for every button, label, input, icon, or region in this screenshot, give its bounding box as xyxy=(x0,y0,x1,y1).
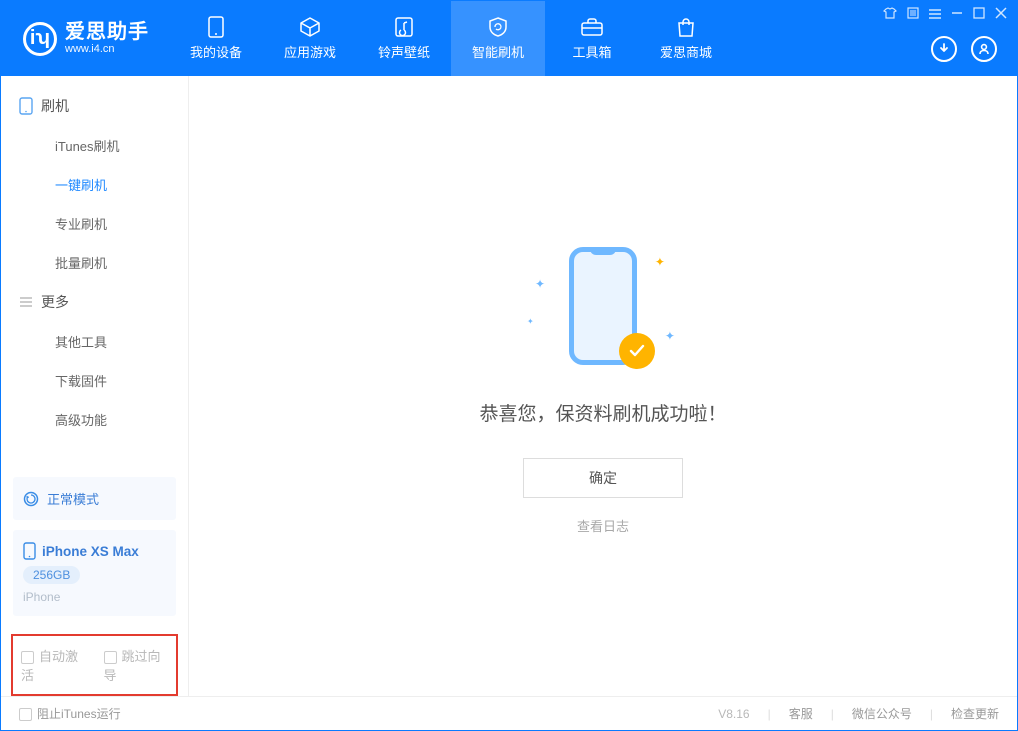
confirm-button[interactable]: 确定 xyxy=(523,458,683,498)
minimize-button[interactable] xyxy=(951,7,963,22)
toolbox-icon xyxy=(578,16,606,38)
phone-icon xyxy=(19,97,33,115)
refresh-icon xyxy=(23,491,39,507)
footer-link-support[interactable]: 客服 xyxy=(789,705,813,722)
view-log-link[interactable]: 查看日志 xyxy=(577,516,629,535)
checkbox-skip-guide[interactable]: 跳过向导 xyxy=(104,646,169,684)
close-button[interactable] xyxy=(995,7,1007,22)
maximize-button[interactable] xyxy=(973,7,985,22)
tab-ringtones[interactable]: 铃声壁纸 xyxy=(357,1,451,76)
logo: iʮ 爱思助手 www.i4.cn xyxy=(1,1,169,76)
sidebar-item-batch-flash[interactable]: 批量刷机 xyxy=(1,243,188,282)
music-file-icon xyxy=(390,16,418,38)
cube-icon xyxy=(296,16,324,38)
window-controls xyxy=(883,7,1007,22)
list-icon[interactable] xyxy=(907,7,919,22)
menu-icon[interactable] xyxy=(929,7,941,22)
check-badge-icon xyxy=(619,333,655,369)
sidebar-item-download-firmware[interactable]: 下载固件 xyxy=(1,361,188,400)
tab-toolbox[interactable]: 工具箱 xyxy=(545,1,639,76)
device-info[interactable]: iPhone XS Max 256GB iPhone xyxy=(13,530,176,616)
tab-smart-flash[interactable]: 智能刷机 xyxy=(451,1,545,76)
user-icon[interactable] xyxy=(971,36,997,62)
success-illustration: ✦ ✦ ✦ ✦ xyxy=(523,237,683,377)
device-icon xyxy=(202,16,230,38)
shirt-icon[interactable] xyxy=(883,7,897,22)
mode-indicator[interactable]: 正常模式 xyxy=(13,477,176,520)
bag-icon xyxy=(672,16,700,38)
nav-tabs: 我的设备 应用游戏 铃声壁纸 智能刷机 工具箱 爱思商城 xyxy=(169,1,733,76)
app-title: 爱思助手 xyxy=(65,21,149,43)
device-type: iPhone xyxy=(23,590,60,604)
storage-badge: 256GB xyxy=(23,566,80,584)
footer-link-update[interactable]: 检查更新 xyxy=(951,705,999,722)
logo-icon: iʮ xyxy=(23,22,57,56)
download-icon[interactable] xyxy=(931,36,957,62)
tab-my-device[interactable]: 我的设备 xyxy=(169,1,263,76)
sidebar-section-flash: 刷机 xyxy=(1,86,188,126)
shield-refresh-icon xyxy=(484,16,512,38)
highlighted-options: 自动激活 跳过向导 xyxy=(11,634,178,696)
sidebar: 刷机 iTunes刷机 一键刷机 专业刷机 批量刷机 更多 其他工具 下载固件 … xyxy=(1,76,189,696)
tab-apps-games[interactable]: 应用游戏 xyxy=(263,1,357,76)
sidebar-section-more: 更多 xyxy=(1,282,188,322)
titlebar: iʮ 爱思助手 www.i4.cn 我的设备 应用游戏 铃声壁纸 智能刷机 xyxy=(1,1,1017,76)
sidebar-item-itunes-flash[interactable]: iTunes刷机 xyxy=(1,126,188,165)
lines-icon xyxy=(19,296,33,308)
tab-store[interactable]: 爱思商城 xyxy=(639,1,733,76)
sidebar-item-one-click-flash[interactable]: 一键刷机 xyxy=(1,165,188,204)
checkbox-block-itunes[interactable]: 阻止iTunes运行 xyxy=(19,705,121,722)
success-message: 恭喜您，保资料刷机成功啦！ xyxy=(479,399,726,426)
version-label: V8.16 xyxy=(718,707,749,721)
sidebar-item-advanced[interactable]: 高级功能 xyxy=(1,400,188,439)
footer: 阻止iTunes运行 V8.16 | 客服 | 微信公众号 | 检查更新 xyxy=(1,696,1017,730)
phone-small-icon xyxy=(23,542,36,560)
main-content: ✦ ✦ ✦ ✦ 恭喜您，保资料刷机成功啦！ 确定 查看日志 xyxy=(189,76,1017,696)
sidebar-item-pro-flash[interactable]: 专业刷机 xyxy=(1,204,188,243)
checkbox-auto-activate[interactable]: 自动激活 xyxy=(21,646,86,684)
sidebar-item-other-tools[interactable]: 其他工具 xyxy=(1,322,188,361)
footer-link-wechat[interactable]: 微信公众号 xyxy=(852,705,912,722)
app-url: www.i4.cn xyxy=(65,43,149,55)
